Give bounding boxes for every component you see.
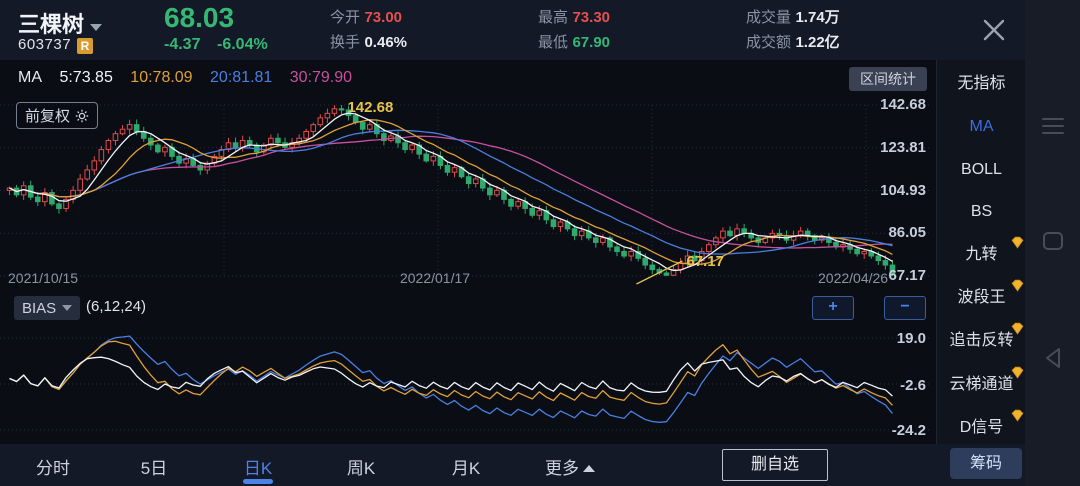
main-y-tick-1: 123.81 (860, 139, 926, 156)
stat-high: 最高 73.30 (538, 9, 610, 27)
premium-gem-icon (1010, 322, 1025, 335)
stat-turnover-value: 0.46% (364, 34, 407, 51)
stat-low: 最低 67.90 (538, 34, 610, 52)
svg-text:142.68: 142.68 (347, 99, 393, 116)
stat-open: 今开 73.00 (330, 9, 402, 27)
bias-indicator-chart[interactable] (0, 322, 936, 444)
sidebar-item-boll[interactable]: BOLL (937, 159, 1026, 181)
bias-y-tick-2: -24.2 (860, 422, 926, 439)
tab-fenshi[interactable]: 分时 (36, 454, 70, 479)
stat-high-value: 73.30 (572, 9, 610, 26)
sidebar-item-jiuzhuan[interactable]: 九转 (937, 244, 1026, 266)
price-change: -4.37 (164, 36, 200, 54)
header: 三棵树 603737 R 68.03 -4.37 -6.04% 今开 73.00… (0, 0, 1025, 60)
sidebar-item-label: D信号 (960, 419, 1004, 436)
chart-panel: MA 5:73.85 10:78.09 20:81.81 30:79.90 区间… (0, 60, 936, 444)
main-y-tick-2: 104.93 (860, 182, 926, 199)
stat-open-label: 今开 (330, 9, 360, 26)
stock-code: 603737 (18, 36, 71, 53)
last-price: 68.03 (164, 2, 234, 34)
premium-gem-icon (1010, 409, 1025, 422)
candlestick-chart[interactable]: 142.68 67.17 (0, 94, 936, 292)
zoom-in-button[interactable]: + (812, 296, 854, 320)
indicator-params: (6,12,24) (86, 298, 146, 315)
delete-watchlist-button[interactable]: 删自选 (722, 449, 828, 481)
ma20-value: 20:81.81 (210, 69, 272, 86)
adjust-mode-chip[interactable]: 前复权 (16, 102, 98, 129)
sidebar-item-dxinhao[interactable]: D信号 (937, 417, 1026, 439)
ma-prefix: MA (18, 69, 42, 86)
gear-icon (75, 109, 89, 123)
active-tab-underline (243, 479, 273, 484)
stat-turnover-label: 换手 (330, 34, 360, 51)
tab-more[interactable]: 更多 (545, 454, 595, 479)
price-change-pct: -6.04% (217, 36, 268, 54)
tab-more-label: 更多 (545, 459, 579, 478)
stat-amount-value: 1.22亿 (795, 34, 839, 51)
margin-trading-badge: R (77, 38, 93, 54)
tab-5day[interactable]: 5日 (141, 454, 167, 479)
indicator-sidebar: 无指标 MA BOLL BS 九转 波段王 追击反转 云梯通道 D信号 (936, 60, 1026, 444)
back-triangle-icon[interactable] (1043, 346, 1063, 370)
stat-turnover: 换手 0.46% (330, 34, 407, 52)
zoom-out-button[interactable]: − (884, 296, 926, 320)
range-stats-button[interactable]: 区间统计 (849, 67, 927, 91)
indicator-name: BIAS (22, 300, 56, 317)
chips-distribution-button[interactable]: 筹码 (950, 448, 1022, 479)
indicator-selector[interactable]: BIAS (14, 296, 80, 320)
premium-gem-icon (1010, 236, 1025, 249)
tab-monthly-k[interactable]: 月K (452, 454, 480, 479)
sidebar-item-label: 云梯通道 (949, 376, 1013, 393)
home-square-icon[interactable] (1042, 231, 1064, 251)
stat-low-value: 67.90 (572, 34, 610, 51)
stat-amount-label: 成交额 (746, 34, 791, 51)
bias-y-tick-0: 19.0 (860, 330, 926, 347)
svg-text:67.17: 67.17 (686, 253, 724, 270)
tab-daily-k[interactable]: 日K (244, 454, 272, 479)
sidebar-item-none[interactable]: 无指标 (937, 73, 1026, 95)
sidebar-item-boduanwang[interactable]: 波段王 (937, 287, 1026, 309)
ma5-value: 5:73.85 (59, 69, 112, 86)
tab-weekly-k[interactable]: 周K (347, 454, 375, 479)
menu-icon[interactable] (1041, 116, 1065, 136)
close-icon[interactable] (980, 16, 1008, 44)
sidebar-item-zhuijifanzhuan[interactable]: 追击反转 (937, 330, 1026, 352)
period-tab-bar: 分时 5日 日K 周K 月K 更多 删自选 筹码 (0, 444, 1025, 486)
date-tick-end: 2022/04/26 (818, 270, 888, 286)
sidebar-item-label: 追击反转 (949, 332, 1013, 349)
stock-name[interactable]: 三棵树 (18, 7, 84, 39)
stat-low-label: 最低 (538, 34, 568, 51)
android-nav-bar (1025, 0, 1080, 486)
sidebar-item-yuntitongdao[interactable]: 云梯通道 (937, 374, 1026, 396)
stat-open-value: 73.00 (364, 9, 402, 26)
date-tick-mid: 2022/01/17 (400, 270, 470, 286)
adjust-mode-label: 前复权 (25, 105, 70, 126)
sidebar-item-ma[interactable]: MA (937, 116, 1026, 138)
sidebar-item-label: 九转 (965, 246, 997, 263)
triangle-up-icon (583, 465, 595, 472)
stat-high-label: 最高 (538, 9, 568, 26)
ma30-value: 30:79.90 (290, 69, 352, 86)
stock-dropdown-icon[interactable] (90, 24, 102, 31)
premium-gem-icon (1010, 366, 1025, 379)
main-y-tick-0: 142.68 (860, 96, 926, 113)
main-y-tick-3: 86.05 (860, 224, 926, 241)
stat-volume: 成交量 1.74万 (746, 9, 840, 27)
ma10-value: 10:78.09 (130, 69, 192, 86)
chevron-down-icon (62, 305, 72, 311)
bias-y-tick-1: -2.6 (860, 377, 926, 394)
ma-values-bar: MA 5:73.85 10:78.09 20:81.81 30:79.90 (18, 69, 365, 87)
stat-amount: 成交额 1.22亿 (746, 34, 840, 52)
stat-volume-value: 1.74万 (795, 9, 839, 26)
sidebar-item-bs[interactable]: BS (937, 201, 1026, 223)
sidebar-item-label: 波段王 (957, 289, 1005, 306)
date-tick-start: 2021/10/15 (8, 270, 78, 286)
premium-gem-icon (1010, 279, 1025, 292)
stock-detail-screen: 三棵树 603737 R 68.03 -4.37 -6.04% 今开 73.00… (0, 0, 1080, 486)
stat-volume-label: 成交量 (746, 9, 791, 26)
